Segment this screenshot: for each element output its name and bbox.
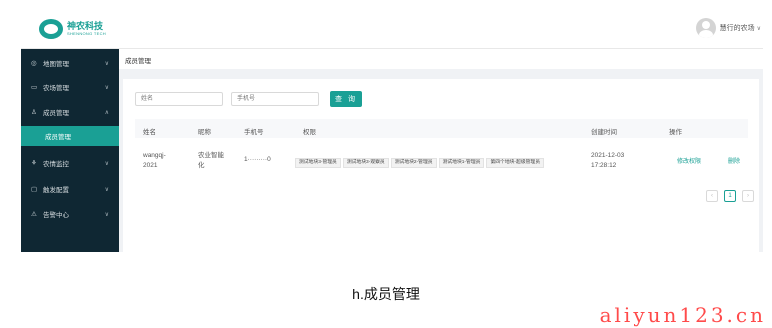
sidebar-subitem-members[interactable]: 成员管理	[21, 126, 119, 146]
permission-tag: 测试地块3-观察员	[342, 158, 389, 168]
column-header-actions: 操作	[669, 129, 682, 136]
farm-icon: ▭	[31, 84, 38, 91]
column-header-name: 姓名	[143, 129, 156, 136]
user-menu[interactable]: 慧行的农场 ∨	[695, 18, 761, 38]
permission-tag: 第四个地块-超级管理员	[486, 158, 545, 168]
app-window: 神农科技 SHENNONG TECH 慧行的农场 ∨ ◎ 地图管理 ∨ ▭ 农场…	[21, 12, 763, 252]
pagination-next-button[interactable]: ›	[742, 190, 754, 202]
sidebar-item-monitor[interactable]: ⚘ 农情监控 ∨	[21, 152, 119, 174]
pagination-prev-button[interactable]: ‹	[706, 190, 718, 202]
name-search-input[interactable]	[135, 92, 223, 106]
sidebar-item-label: 触发配置	[43, 187, 69, 194]
sidebar-item-label: 地图管理	[43, 61, 69, 68]
chevron-up-icon: ∧	[104, 109, 109, 116]
watermark: aliyun123.cn	[599, 303, 766, 327]
cell-name: wangqj- 2021	[143, 152, 166, 169]
sidebar-item-trigger[interactable]: ▢ 触发配置 ∨	[21, 178, 119, 200]
table-header: 姓名 昵称 手机号 权限 创建时间 操作	[135, 119, 748, 138]
column-header-permissions: 权限	[303, 129, 316, 136]
cell-phone: 1·········0	[244, 156, 271, 163]
breadcrumb: 成员管理	[125, 58, 151, 65]
chevron-down-icon: ∨	[104, 186, 109, 193]
member-icon: ♙	[31, 109, 37, 116]
sidebar-item-label: 成员管理	[43, 110, 69, 117]
map-icon: ◎	[31, 60, 37, 67]
main-area: 成员管理 查 询 姓名 昵称 手机号 权限 创建时间 操作 wangqj- 20…	[119, 49, 763, 252]
sidebar: ◎ 地图管理 ∨ ▭ 农场管理 ∨ ♙ 成员管理 ∧ 成员管理 ⚘ 农情监控 ∨…	[21, 49, 119, 252]
breadcrumb-bar: 成员管理	[119, 49, 763, 69]
column-header-created-time: 创建时间	[591, 129, 617, 136]
permission-tag: 测试地块1-管理员	[438, 158, 485, 168]
chevron-down-icon: ∨	[104, 60, 109, 67]
sidebar-item-label: 农情监控	[43, 161, 69, 168]
logo-title: 神农科技	[67, 21, 104, 31]
top-bar: 神农科技 SHENNONG TECH 慧行的农场 ∨	[21, 12, 763, 49]
sidebar-item-map[interactable]: ◎ 地图管理 ∨	[21, 52, 119, 74]
phone-search-input[interactable]	[231, 92, 319, 106]
chevron-down-icon[interactable]: ∨	[757, 25, 761, 32]
sidebar-item-members[interactable]: ♙ 成员管理 ∧	[21, 101, 119, 123]
sidebar-item-label: 告警中心	[43, 212, 69, 219]
cell-created-time: 2021-12-03 17:28:12	[591, 152, 625, 169]
search-button[interactable]: 查 询	[330, 91, 362, 107]
sidebar-item-farm[interactable]: ▭ 农场管理 ∨	[21, 76, 119, 98]
logo-subtitle: SHENNONG TECH	[67, 31, 106, 36]
permission-tag: 测试地块2-管理员	[390, 158, 437, 168]
monitor-icon: ⚘	[31, 160, 37, 167]
figure-caption: h.成员管理	[352, 286, 420, 302]
chevron-down-icon: ∨	[104, 160, 109, 167]
sidebar-item-alerts[interactable]: ⚠ 告警中心 ∨	[21, 203, 119, 225]
permission-tag: 测试地块3-管理员	[295, 158, 341, 168]
content-panel: 查 询 姓名 昵称 手机号 权限 创建时间 操作 wangqj- 2021 农业…	[123, 79, 759, 252]
trigger-icon: ▢	[31, 186, 38, 193]
chevron-down-icon: ∨	[104, 211, 109, 218]
column-header-phone: 手机号	[244, 129, 264, 136]
sidebar-item-label: 农场管理	[43, 85, 69, 92]
cell-nickname: 农业智能 化	[198, 152, 224, 169]
cell-permissions: 测试地块3-管理员 测试地块3-观察员 测试地块2-管理员 测试地块1-管理员 第四个地…	[295, 150, 555, 171]
chevron-down-icon: ∨	[104, 84, 109, 91]
avatar[interactable]	[695, 18, 716, 38]
sidebar-subitem-label: 成员管理	[45, 134, 71, 141]
logo: 神农科技 SHENNONG TECH	[39, 19, 106, 39]
pagination-page-1[interactable]: 1	[724, 190, 736, 202]
column-header-nickname: 昵称	[198, 129, 211, 136]
edit-permissions-link[interactable]: 修改权限	[677, 156, 701, 165]
delete-link[interactable]: 删除	[728, 156, 740, 165]
logo-icon	[39, 19, 63, 39]
user-name[interactable]: 慧行的农场	[720, 23, 755, 33]
alert-icon: ⚠	[31, 211, 37, 218]
